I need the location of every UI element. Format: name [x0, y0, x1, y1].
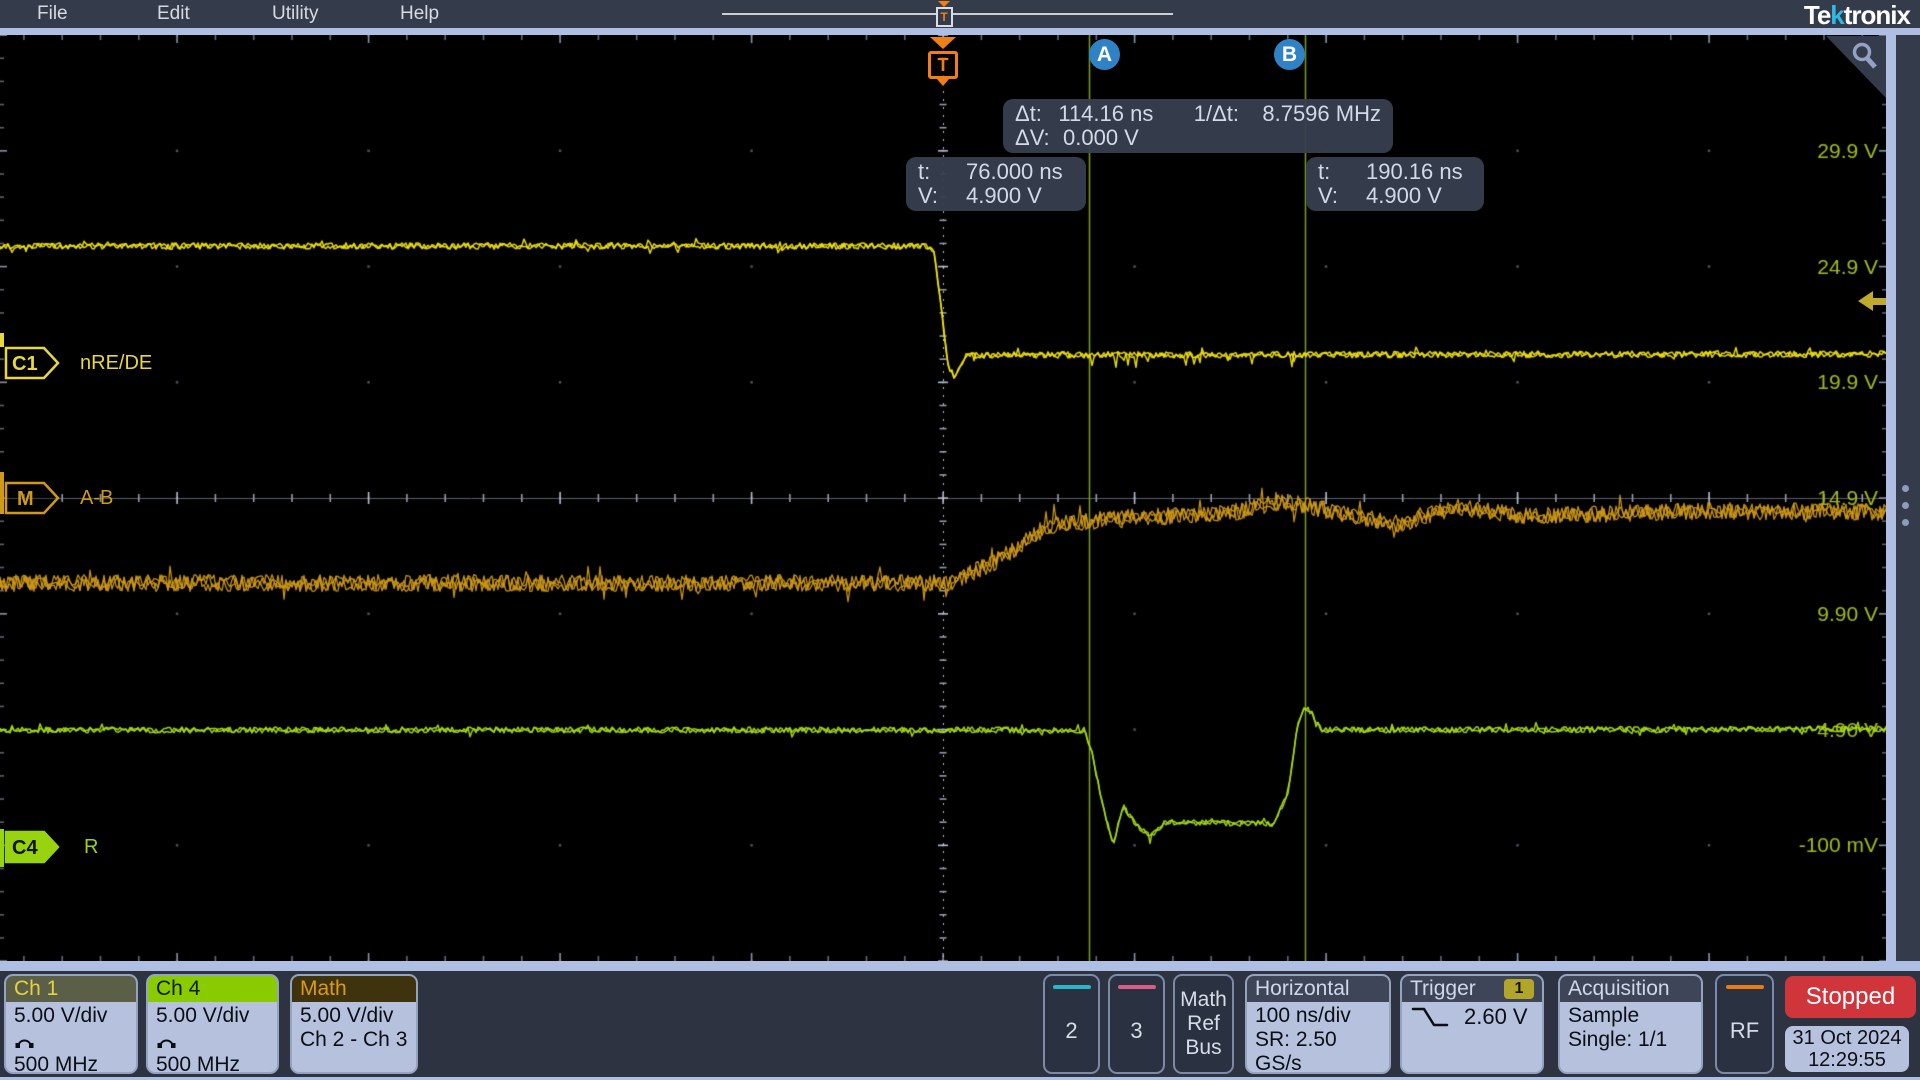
horizontal-scale: 100 ns/div [1255, 1004, 1381, 1028]
ch3-label: 3 [1130, 989, 1142, 1072]
ch4-badge[interactable]: Ch 4 5.00 V/div 500 MHz BW [146, 974, 279, 1074]
math-trace-label: A-B [80, 487, 113, 510]
waveform-display[interactable]: T A B Δt:114.16 ns 1/Δt:8.7596 MHz ΔV:0.0… [0, 35, 1886, 961]
cursor-a-handle[interactable]: A [1089, 39, 1120, 70]
dv-value: 0.000 V [1063, 126, 1139, 150]
horizontal-panel[interactable]: Horizontal 100 ns/div SR: 2.50 GS/s RL: … [1245, 974, 1391, 1074]
trigger-level-arrow[interactable] [1858, 291, 1886, 311]
math-badge[interactable]: Math 5.00 V/div Ch 2 - Ch 3 [290, 974, 418, 1074]
ch1-scale: 5.00 V/div [14, 1004, 128, 1028]
dt-label: Δt: [1015, 102, 1058, 126]
vertical-pan-bar[interactable] [1886, 35, 1896, 961]
trigger-panel[interactable]: Trigger 1 2.60 V [1400, 974, 1544, 1074]
acquisition-count: Single: 1/1 [1568, 1028, 1693, 1052]
trigger-level-arrow-tail [1873, 298, 1886, 305]
probe-icon [14, 1034, 34, 1049]
channel-badge-math[interactable]: M A-B [4, 481, 113, 515]
trigger-level-value: 2.60 V [1464, 1005, 1528, 1029]
c1-trace-label: nRE/DE [80, 352, 152, 375]
c1-edge-marker [0, 333, 4, 347]
menu-help[interactable]: Help [400, 3, 439, 25]
cursor-delta-readout: Δt:114.16 ns 1/Δt:8.7596 MHz ΔV:0.000 V [1003, 99, 1393, 153]
menu-edit[interactable]: Edit [157, 3, 190, 25]
ch4-bandwidth: 500 MHz [156, 1053, 240, 1074]
math-edge-marker [0, 472, 4, 514]
acquisition-mode: Sample [1568, 1004, 1693, 1028]
horizontal-title: Horizontal [1247, 976, 1389, 1002]
c4-badge-icon: C4 [4, 830, 60, 864]
sample-rate: SR: 2.50 GS/s [1255, 1028, 1381, 1074]
rf-button[interactable]: RF [1715, 974, 1774, 1074]
trigger-level-arrow-head-icon [1858, 291, 1873, 311]
svg-text:C4: C4 [12, 837, 38, 859]
channel-badge-c4[interactable]: C4 R [4, 830, 98, 864]
dv-label: ΔV: [1015, 126, 1063, 150]
horizontal-pan-bar[interactable] [0, 28, 1920, 35]
math-scale: 5.00 V/div [300, 1004, 408, 1028]
inv-dt-label: 1/Δt: [1194, 102, 1263, 126]
c1-badge-icon: C1 [4, 346, 60, 380]
cursor-b-readout[interactable]: t:190.16 ns V:4.900 V [1306, 157, 1484, 211]
trigger-t-icon: T [928, 51, 958, 79]
inv-dt-value: 8.7596 MHz [1262, 102, 1381, 126]
rf-label: RF [1730, 989, 1759, 1072]
trigger-record-t: T [936, 7, 953, 27]
cursor-a-volts: 4.900 V [966, 184, 1042, 208]
ch1-bandwidth: 500 MHz [14, 1053, 98, 1074]
date-value: 31 Oct 2024 [1793, 1027, 1902, 1049]
math-ref-bus-button[interactable]: Math Ref Bus [1173, 974, 1234, 1074]
channel-badge-c1[interactable]: C1 nRE/DE [4, 346, 152, 380]
c4-trace-label: R [84, 836, 98, 859]
trigger-arrow-icon [930, 37, 956, 49]
datetime-display: 31 Oct 2024 12:29:55 [1785, 1026, 1909, 1072]
menu-file[interactable]: File [37, 3, 68, 25]
ch2-button[interactable]: 2 [1043, 974, 1100, 1074]
probe-icon [156, 1034, 176, 1049]
cursor-b-handle[interactable]: B [1274, 39, 1305, 70]
time-value: 12:29:55 [1808, 1049, 1886, 1071]
ch1-badge[interactable]: Ch 1 5.00 V/div 500 MHz BW [4, 974, 138, 1074]
ch4-title: Ch 4 [148, 976, 277, 1002]
acquisition-panel[interactable]: Acquisition Sample Single: 1/1 [1558, 974, 1703, 1074]
cursor-b-volts: 4.900 V [1366, 184, 1442, 208]
menu-bar: File Edit Utility Help T Tektronix [0, 0, 1920, 28]
trigger-title: Trigger [1410, 977, 1476, 1001]
math-title: Math [292, 976, 416, 1002]
trigger-position-marker[interactable]: T [926, 37, 960, 86]
ch2-label: 2 [1065, 989, 1077, 1072]
trigger-source-badge: 1 [1504, 979, 1534, 999]
acquisition-title: Acquisition [1560, 976, 1701, 1002]
oscilloscope-screen: File Edit Utility Help T Tektronix T A B… [0, 0, 1920, 1080]
svg-text:C1: C1 [12, 353, 38, 375]
cursor-b-time: 190.16 ns [1366, 160, 1463, 184]
math-source: Ch 2 - Ch 3 [300, 1028, 408, 1052]
settings-bar: Ch 1 5.00 V/div 500 MHz BW Ch 4 5.00 V/d… [0, 971, 1920, 1080]
falling-edge-icon [1410, 1004, 1450, 1030]
side-grip-handle[interactable] [1902, 485, 1909, 526]
bottom-divider-bar [0, 961, 1920, 971]
ch1-title: Ch 1 [6, 976, 136, 1002]
ch3-button[interactable]: 3 [1108, 974, 1165, 1074]
math-badge-icon: M [4, 481, 60, 515]
acquisition-status-button[interactable]: Stopped [1785, 976, 1916, 1018]
dt-value: 114.16 ns [1058, 102, 1175, 126]
c4-edge-marker [0, 829, 4, 867]
tektronix-logo: Tektronix [1804, 0, 1910, 31]
menu-utility[interactable]: Utility [272, 3, 318, 25]
cursor-a-readout[interactable]: t:76.000 ns V:4.900 V [906, 157, 1086, 211]
trigger-notch-icon [937, 79, 949, 86]
cursor-a-time: 76.000 ns [966, 160, 1063, 184]
ch4-scale: 5.00 V/div [156, 1004, 269, 1028]
right-margin [1896, 35, 1920, 961]
svg-text:M: M [17, 488, 34, 510]
trigger-record-icon[interactable]: T [934, 1, 954, 27]
